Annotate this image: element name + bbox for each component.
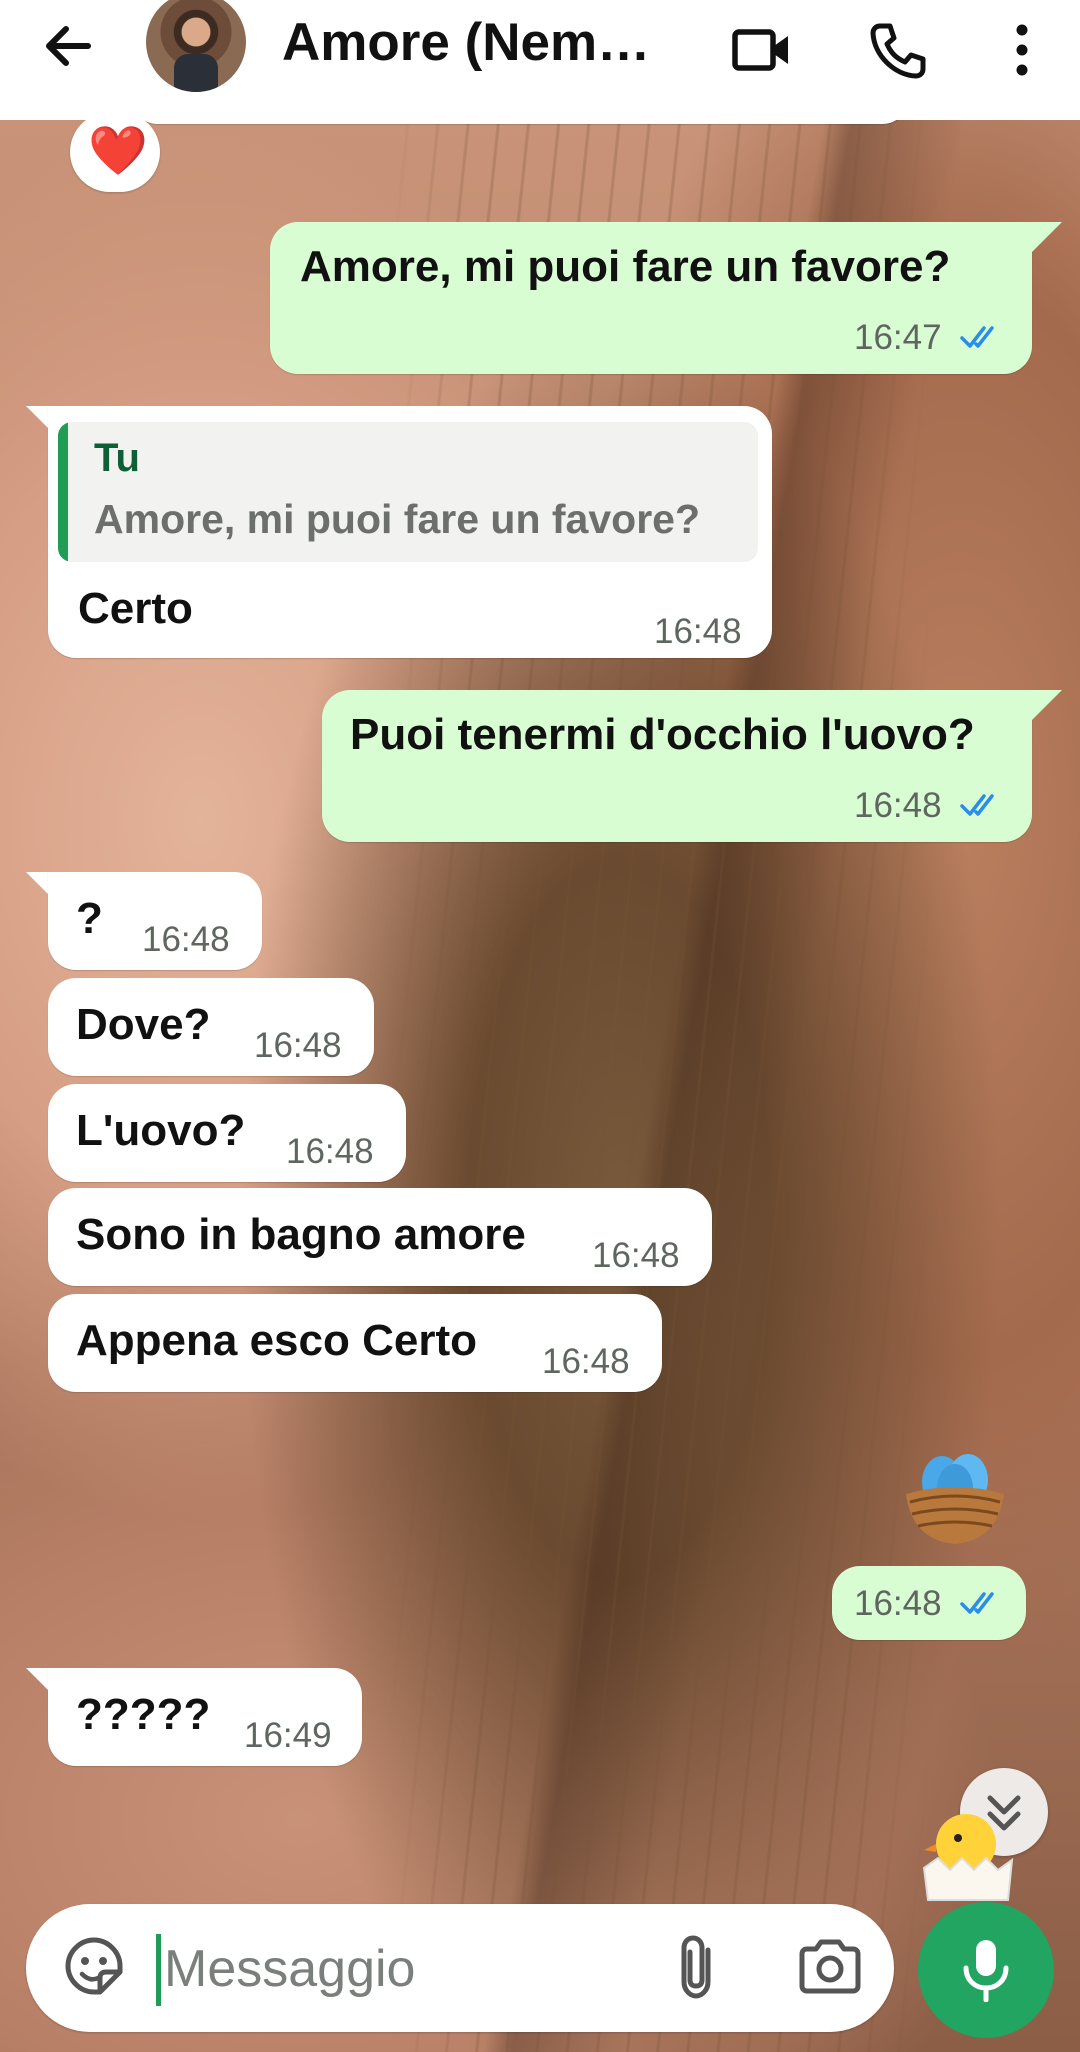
nest-with-eggs-emoji[interactable] (900, 1440, 1010, 1550)
message-text: Puoi tenermi d'occhio l'uovo? (350, 710, 975, 759)
more-vert-icon[interactable] (990, 18, 1054, 82)
message-input[interactable] (162, 1926, 646, 2012)
outgoing-message[interactable]: Amore, mi puoi fare un favore? 16:47 (270, 222, 1032, 374)
video-call-icon[interactable] (730, 18, 794, 82)
message-text: ? (76, 894, 103, 943)
read-receipt-icon (960, 326, 994, 348)
phone-icon[interactable] (866, 18, 930, 82)
incoming-message[interactable]: ? 16:48 (48, 872, 262, 970)
message-time: 16:48 (654, 612, 742, 651)
message-time: 16:48 (854, 1584, 942, 1623)
voice-message-button[interactable] (918, 1902, 1054, 2038)
message-time: 16:48 (854, 786, 942, 825)
message-time: 16:47 (854, 318, 942, 357)
message-text: Sono in bagno amore (76, 1210, 526, 1259)
quote-text: Amore, mi puoi fare un favore? (94, 496, 700, 542)
message-time: 16:48 (142, 920, 230, 959)
incoming-message[interactable]: Sono in bagno amore 16:48 (48, 1188, 712, 1286)
message-reaction[interactable]: ❤️ (70, 112, 160, 192)
quoted-message[interactable]: Tu Amore, mi puoi fare un favore? (58, 422, 758, 562)
message-text: ????? (76, 1690, 211, 1739)
outgoing-sticker-meta[interactable]: 16:48 (832, 1566, 1026, 1640)
incoming-message[interactable]: Dove? 16:48 (48, 978, 374, 1076)
camera-icon[interactable] (796, 1934, 864, 1998)
hatching-chick-emoji (922, 1814, 1014, 1901)
text-caret (156, 1934, 161, 2006)
message-text: Amore, mi puoi fare un favore? (300, 242, 951, 291)
paperclip-icon[interactable] (666, 1932, 730, 2002)
read-receipt-icon (960, 794, 994, 816)
message-text: Appena esco Certo (76, 1316, 477, 1365)
chat-header: Amore (Nemo... (0, 0, 1080, 120)
contact-avatar[interactable] (146, 0, 246, 92)
message-composer (26, 1904, 894, 2032)
message-time: 16:48 (286, 1132, 374, 1171)
message-time: 16:48 (254, 1026, 342, 1065)
message-time: 16:49 (244, 1716, 332, 1755)
contact-name[interactable]: Amore (Nemo... (282, 8, 652, 78)
read-receipt-icon (960, 1592, 994, 1614)
back-arrow-icon[interactable] (38, 16, 98, 76)
quote-author: Tu (94, 436, 140, 480)
incoming-message[interactable]: ????? 16:49 (48, 1668, 362, 1766)
message-time: 16:48 (592, 1236, 680, 1275)
message-text: Dove? (76, 1000, 211, 1049)
incoming-message[interactable]: L'uovo? 16:48 (48, 1084, 406, 1182)
microphone-icon (963, 1940, 1009, 2002)
message-text: L'uovo? (76, 1106, 246, 1155)
heart-reaction-icon: ❤️ (88, 125, 148, 178)
incoming-message[interactable]: Appena esco Certo 16:48 (48, 1294, 662, 1392)
message-time: 16:48 (542, 1342, 630, 1381)
outgoing-message[interactable]: Puoi tenermi d'occhio l'uovo? 16:48 (322, 690, 1032, 842)
message-text: Certo (78, 584, 193, 633)
sticker-icon[interactable] (62, 1934, 126, 1998)
